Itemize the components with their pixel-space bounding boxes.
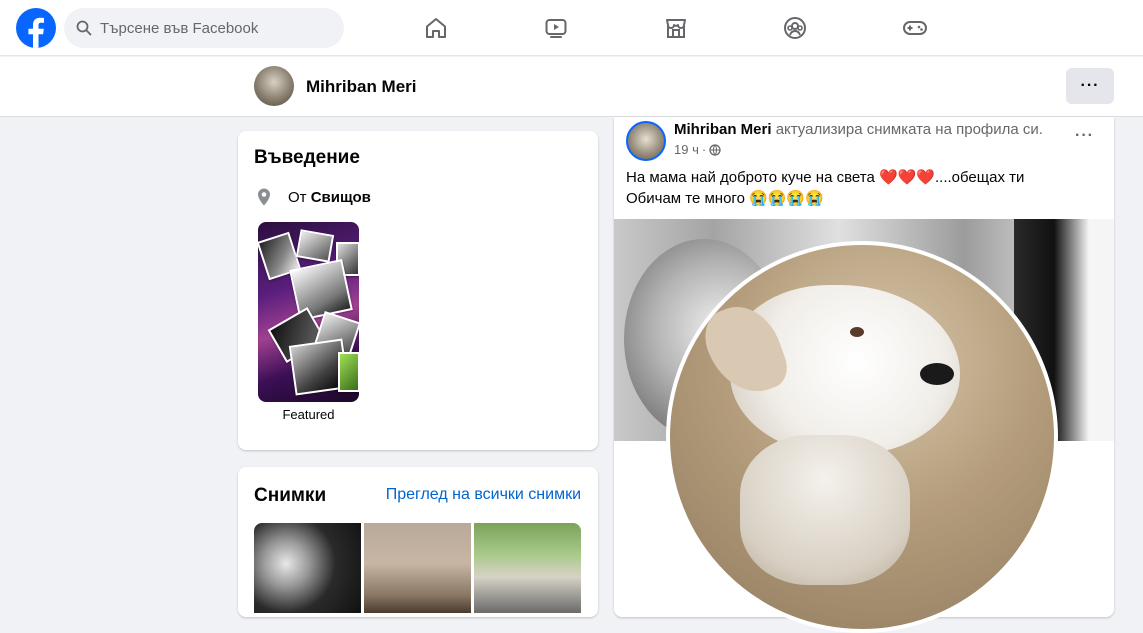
featured-label: Featured [282,407,335,422]
search-bar[interactable] [64,8,344,48]
nav-video[interactable] [526,8,586,48]
nav-marketplace[interactable] [646,8,706,48]
globe-icon [709,143,721,156]
hometown-link[interactable]: Свищов [311,189,371,206]
facebook-logo-icon[interactable] [16,8,56,48]
profile-name[interactable]: Mihriban Meri [306,77,417,97]
intro-hometown: От Свищов [254,187,371,207]
nav-groups[interactable] [765,8,825,48]
groups-icon [784,17,806,39]
profile-avatar[interactable] [254,66,294,106]
post-action-text: актуализира снимката на профила си. [775,121,1043,138]
post-text-line-1: На мама най доброто куче на света ❤️❤️❤️… [626,169,1025,186]
hometown-prefix: От [288,188,307,206]
intro-title: Въведение [254,147,360,168]
top-navigation-bar [0,0,1143,56]
more-icon: ··· [1080,77,1100,94]
post-card: Mihriban Meri актуализира снимката на пр… [614,117,1114,633]
post-text-line-2: Обичам те много 😭😭😭😭 [626,190,824,207]
nav-home[interactable] [406,8,466,48]
photo-thumbnail[interactable] [254,523,361,613]
profile-photo-dog-image[interactable] [666,241,1058,633]
gaming-icon [903,21,927,35]
profile-header-bar: Mihriban Meri ··· [0,57,1143,117]
post-author-name[interactable]: Mihriban Meri [674,121,772,138]
post-options-button[interactable]: ··· [1075,127,1094,145]
see-all-photos-link[interactable]: Преглед на всички снимки [386,486,581,504]
intro-card: Въведение От Свищов Featured [238,131,598,450]
home-icon [426,18,446,38]
photo-thumbnail[interactable] [474,523,581,613]
post-header: Mihriban Meri актуализира снимката на пр… [674,121,1043,138]
video-icon [545,19,567,38]
photo-thumbnail[interactable] [364,523,471,613]
search-input[interactable] [98,18,322,38]
photos-card: Снимки Преглед на всички снимки [238,467,598,617]
nav-gaming[interactable] [885,8,945,48]
meta-separator: · [701,142,707,157]
photos-title: Снимки [254,485,327,506]
marketplace-icon [666,19,686,38]
post-author-avatar[interactable] [626,121,666,161]
search-icon [76,20,92,36]
post-meta: 19 ч · [674,142,721,157]
profile-more-button[interactable]: ··· [1066,68,1114,104]
post-text: На мама най доброто куче на света ❤️❤️❤️… [626,167,1102,209]
post-timestamp[interactable]: 19 ч [674,142,699,157]
location-pin-icon [258,188,270,206]
featured-story-image[interactable] [258,222,359,402]
